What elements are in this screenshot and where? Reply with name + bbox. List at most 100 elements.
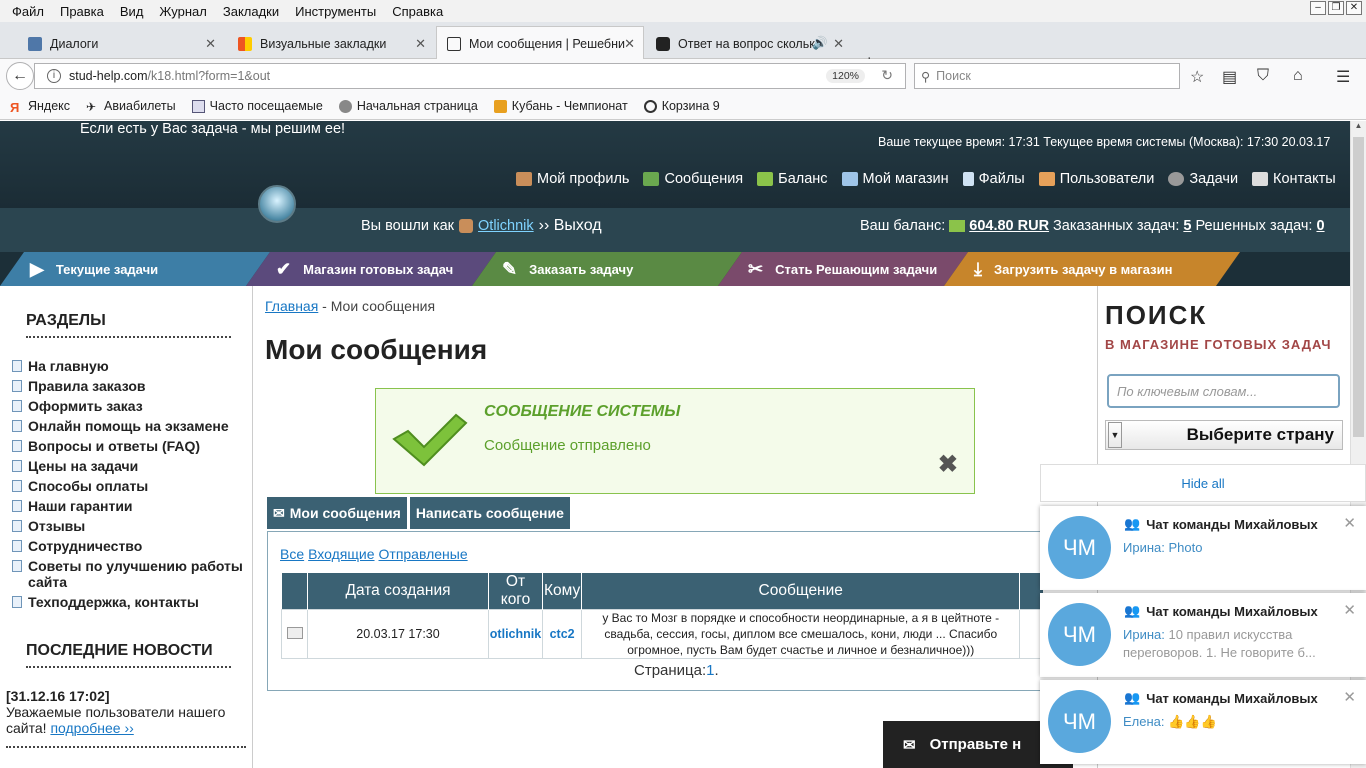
notification-card[interactable]: ЧМ 👥 Чат команды Михайловых ✕ Ирина: Phot… xyxy=(1040,506,1366,590)
tab-current-tasks[interactable]: ▶ Текущие задачи xyxy=(0,252,270,286)
browser-tab-answer[interactable]: Ответ на вопрос скольк 🔊 ✕ xyxy=(646,28,852,59)
minimize-icon[interactable]: – xyxy=(1310,1,1326,15)
search-input[interactable]: ⚲ Поиск xyxy=(914,63,1180,89)
maximize-icon[interactable]: ❐ xyxy=(1328,1,1344,15)
tab-order-task[interactable]: ✎ Заказать задачу xyxy=(472,252,742,286)
tab-label: Написать сообщение xyxy=(415,505,564,521)
nav-my-profile[interactable]: Мой профиль xyxy=(516,171,629,187)
home-icon[interactable]: ⌂ xyxy=(1293,67,1303,85)
sidebar-menu-item[interactable]: Техподдержка, контакты xyxy=(12,594,252,610)
sidebar-menu-item[interactable]: Сотрудничество xyxy=(12,538,252,554)
message-status-icon[interactable] xyxy=(281,609,308,659)
menu-file[interactable]: Файл xyxy=(4,4,52,19)
sections-block: РАЗДЕЛЫ xyxy=(0,312,253,338)
browser-tab-visual-bookmarks[interactable]: Визуальные закладки ✕ xyxy=(228,28,434,59)
tab-write-message[interactable]: Написать сообщение xyxy=(409,497,570,529)
close-icon[interactable]: ✖ xyxy=(938,450,958,479)
nav-messages[interactable]: Сообщения xyxy=(643,171,743,187)
bookmark-avia[interactable]: ✈ Авиабилеты xyxy=(86,99,176,114)
nav-files[interactable]: Файлы xyxy=(962,171,1025,187)
tab-my-messages[interactable]: ✉ Мои сообщения xyxy=(267,497,407,529)
bookmark-start-page[interactable]: Начальная страница xyxy=(338,99,478,113)
menu-edit[interactable]: Правка xyxy=(52,4,112,19)
sidebar-menu-item[interactable]: Правила заказов xyxy=(12,378,252,394)
browser-tab-dialogs[interactable]: Диалоги ✕ xyxy=(18,28,224,59)
info-icon[interactable]: i xyxy=(47,69,61,83)
tab-ready-tasks-shop[interactable]: ✔ Магазин готовых задач xyxy=(246,252,496,286)
close-tab-icon[interactable]: ✕ xyxy=(624,36,635,52)
message-from[interactable]: otlichnik xyxy=(488,609,543,659)
bookmark-korzina[interactable]: Корзина 9 xyxy=(643,99,720,113)
scroll-up-icon[interactable]: ▲ xyxy=(1351,121,1366,135)
scroll-thumb[interactable] xyxy=(1353,137,1364,437)
close-tab-icon[interactable]: ✕ xyxy=(205,36,216,52)
news-title: ПОСЛЕДНИЕ НОВОСТИ xyxy=(26,642,231,668)
notification-card[interactable]: ЧМ 👥 Чат команды Михайловых ✕ Ирина: 10 п… xyxy=(1040,593,1366,677)
close-tab-icon[interactable]: ✕ xyxy=(415,36,426,52)
breadcrumb-home[interactable]: Главная xyxy=(265,298,318,314)
pocket-icon[interactable]: ⛉ xyxy=(1257,67,1269,85)
keyword-search-input[interactable]: По ключевым словам... xyxy=(1107,374,1340,408)
library-icon[interactable]: ▤ xyxy=(1222,67,1237,87)
message-to[interactable]: ctc2 xyxy=(541,609,583,659)
news-block: ПОСЛЕДНИЕ НОВОСТИ xyxy=(0,642,253,668)
country-select[interactable]: ▼ Выберите страну xyxy=(1105,420,1343,450)
filter-sent[interactable]: Отправленые xyxy=(379,546,468,562)
tab-become-solver[interactable]: ✂ Стать Решающим задачи xyxy=(718,252,968,286)
filter-all[interactable]: Все xyxy=(280,546,304,562)
tab-upload-task[interactable]: ⤓ Загрузить задачу в магазин xyxy=(944,252,1240,286)
nav-users[interactable]: Пользователи xyxy=(1038,171,1154,187)
hide-all-button[interactable]: Hide all xyxy=(1040,464,1366,502)
notification-title-text: Чат команды Михайловых xyxy=(1146,690,1318,706)
bookmark-frequent[interactable]: Часто посещаемые xyxy=(191,99,323,113)
bookmark-icon xyxy=(238,36,252,51)
star-icon[interactable]: ☆ xyxy=(1190,67,1204,87)
page-link-1[interactable]: 1 xyxy=(706,662,714,679)
sidebar-menu-item[interactable]: Советы по улучшению работы сайта xyxy=(12,558,252,590)
folder-icon xyxy=(191,99,205,113)
sidebar-menu-item[interactable]: Онлайн помощь на экзамене xyxy=(12,418,252,434)
url-bar[interactable]: i stud-help.com/k18.html?form=1&out 120%… xyxy=(34,63,906,89)
close-icon[interactable]: ✕ xyxy=(1343,688,1356,706)
bookmark-yandex[interactable]: Я Яндекс xyxy=(10,99,70,115)
menu-tools[interactable]: Инструменты xyxy=(287,4,384,19)
news-more-link[interactable]: подробнее ›› xyxy=(50,720,133,736)
nav-balance[interactable]: Баланс xyxy=(757,171,828,187)
nav-contacts[interactable]: Контакты xyxy=(1252,171,1336,187)
sidebar-menu-item[interactable]: Наши гарантии xyxy=(12,498,252,514)
sidebar-menu-item[interactable]: Отзывы xyxy=(12,518,252,534)
menu-view[interactable]: Вид xyxy=(112,4,152,19)
nav-tasks[interactable]: Задачи xyxy=(1168,171,1238,187)
close-window-icon[interactable]: ✕ xyxy=(1346,1,1362,15)
messages-table: Дата создания От кого Кому Сообщение 20.… xyxy=(281,573,1045,659)
sidebar-menu-item[interactable]: Оформить заказ xyxy=(12,398,252,414)
bookmark-kuban[interactable]: Кубань - Чемпионат xyxy=(493,99,628,113)
back-button[interactable]: ← xyxy=(6,62,34,90)
username-link[interactable]: Otlichnik xyxy=(478,218,534,234)
close-icon[interactable]: ✕ xyxy=(1343,514,1356,532)
ordered-count[interactable]: 5 xyxy=(1183,218,1191,234)
zoom-indicator[interactable]: 120% xyxy=(826,69,865,83)
message-text[interactable]: у Вас то Мозг в порядке и способности не… xyxy=(581,609,1021,659)
sidebar-menu-item[interactable]: Вопросы и ответы (FAQ) xyxy=(12,438,252,454)
nav-my-shop[interactable]: Мой магазин xyxy=(841,171,949,187)
menu-help[interactable]: Справка xyxy=(384,4,451,19)
speaker-icon[interactable]: 🔊 xyxy=(812,36,828,51)
solved-count[interactable]: 0 xyxy=(1316,218,1324,234)
close-tab-icon[interactable]: ✕ xyxy=(833,36,844,52)
balance-value[interactable]: 604.80 RUR xyxy=(969,218,1049,234)
message-text: 👍👍👍 xyxy=(1164,714,1217,729)
sidebar-menu-item[interactable]: Способы оплаты xyxy=(12,478,252,494)
table-row[interactable]: 20.03.17 17:30 otlichnik ctc2 у Вас то М… xyxy=(281,609,1045,659)
sidebar-menu-item[interactable]: Цены на задачи xyxy=(12,458,252,474)
notification-card[interactable]: ЧМ 👥 Чат команды Михайловых ✕ Елена: 👍👍👍 xyxy=(1040,680,1366,764)
menu-history[interactable]: Журнал xyxy=(151,4,214,19)
sidebar-menu-item[interactable]: На главную xyxy=(12,358,252,374)
logout-link[interactable]: ›› Выход xyxy=(539,217,602,235)
browser-tab-my-messages[interactable]: Мои сообщения | Решебни ✕ xyxy=(436,26,644,60)
filter-inbox[interactable]: Входящие xyxy=(308,546,374,562)
close-icon[interactable]: ✕ xyxy=(1343,601,1356,619)
menu-icon[interactable]: ☰ xyxy=(1336,67,1350,87)
menu-bookmarks[interactable]: Закладки xyxy=(215,4,287,19)
reload-icon[interactable]: ↻ xyxy=(881,67,893,84)
